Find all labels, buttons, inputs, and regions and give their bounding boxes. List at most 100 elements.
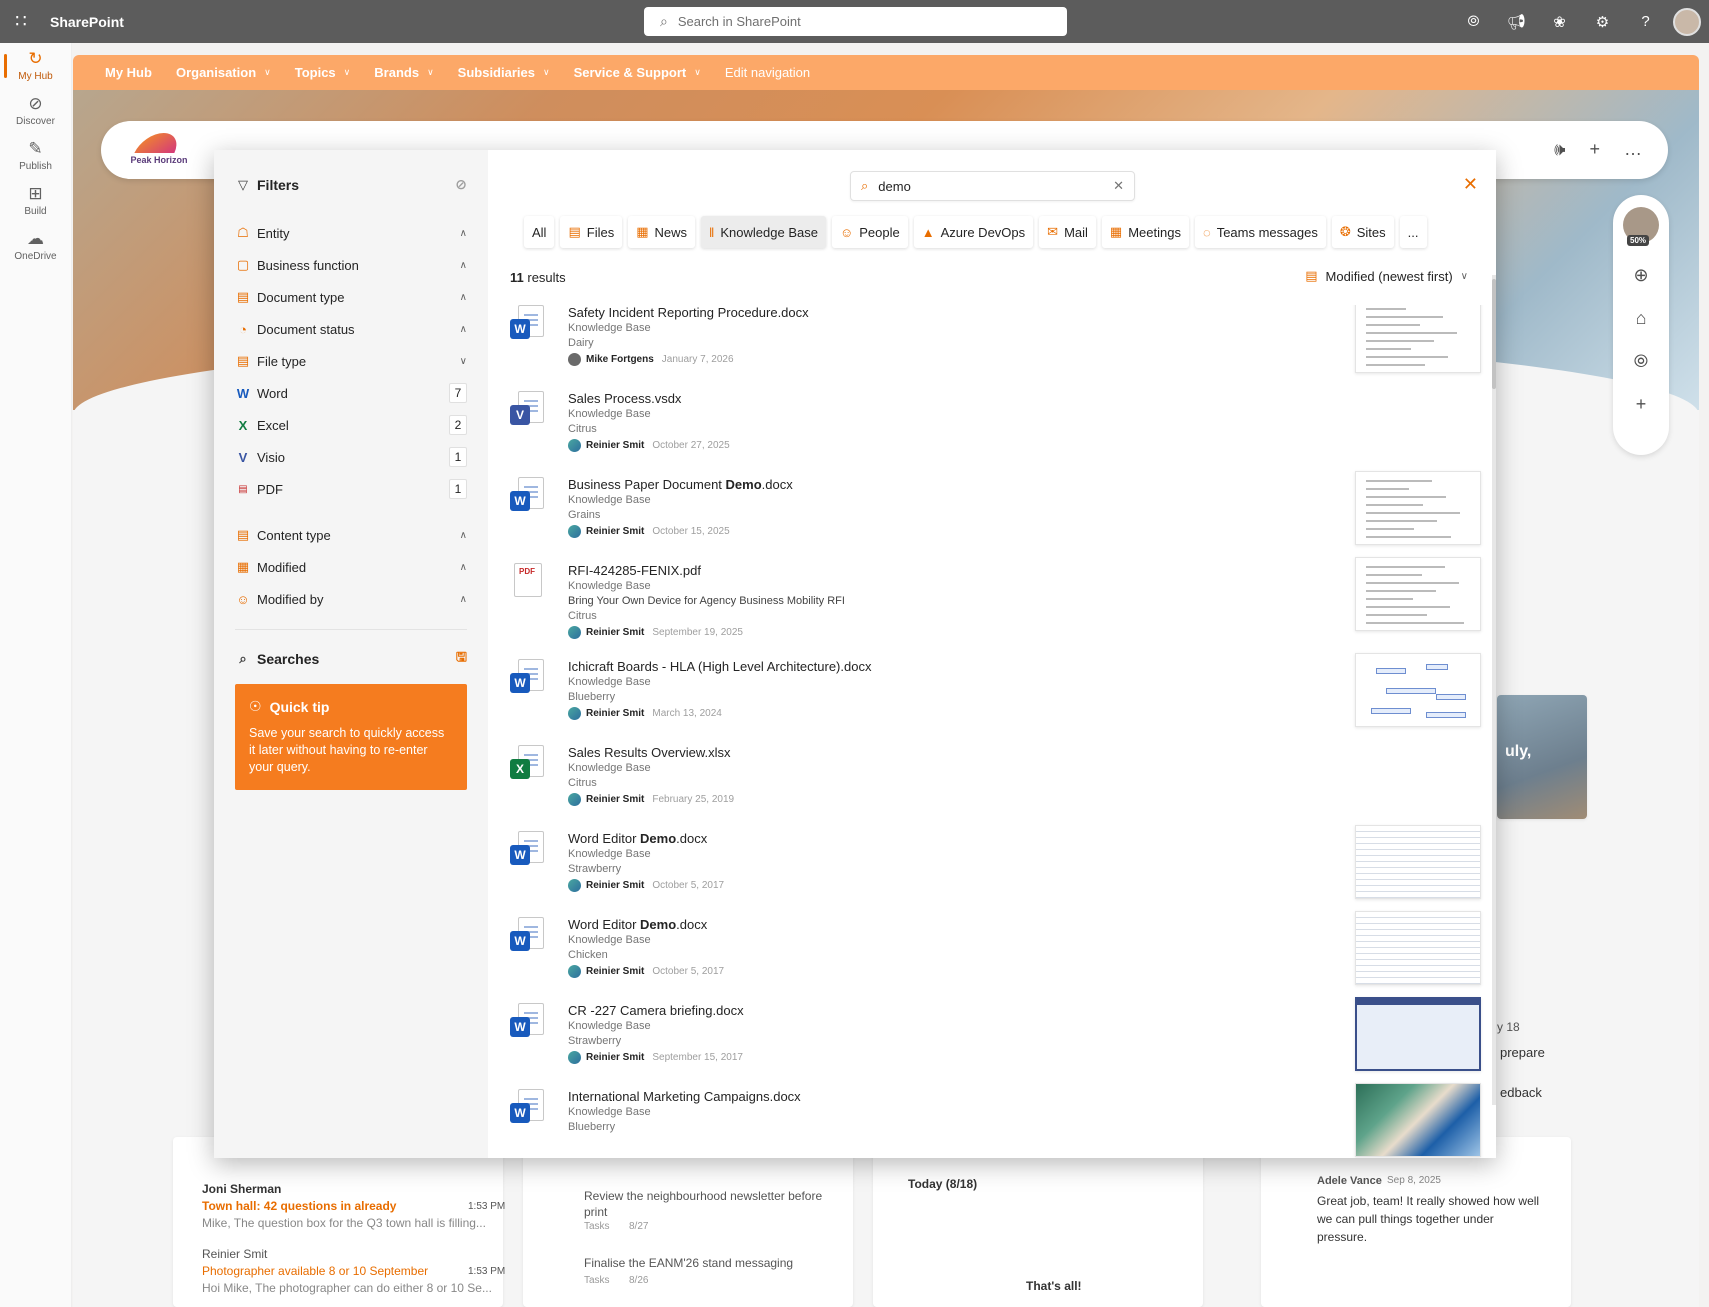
result-title-text: Sales Process.vsdx	[568, 391, 682, 406]
tab-files[interactable]: ▤ Files	[560, 216, 623, 248]
inbox-subject[interactable]: Photographer available 8 or 10 September	[202, 1264, 428, 1278]
sort-label: Modified (newest first)	[1325, 268, 1453, 284]
tab-azure-devops[interactable]: ▲ Azure DevOps	[913, 216, 1034, 248]
tab-more[interactable]: ...	[1399, 216, 1427, 248]
chat-icon[interactable]: …	[1624, 139, 1642, 160]
tab-sites[interactable]: ❂ Sites	[1331, 216, 1394, 248]
filter-group-modified-by[interactable]: ☺ Modified by ∧	[235, 583, 467, 615]
tab-mail[interactable]: ✉ Mail	[1039, 216, 1096, 248]
edit-navigation-link[interactable]: Edit navigation	[725, 65, 810, 80]
tab-news[interactable]: ▦ News	[628, 216, 696, 248]
result-item[interactable]: W Word Editor Demo.docx Knowledge Base S…	[510, 825, 1495, 917]
site-logo[interactable]: Peak Horizon	[129, 131, 189, 171]
app-launcher-icon[interactable]: ∷	[0, 0, 42, 43]
appbar-build[interactable]: ⊞ Build	[0, 178, 71, 223]
sort-dropdown[interactable]: ▤ Modified (newest first) ∨	[1305, 268, 1468, 284]
user-avatar[interactable]	[1673, 7, 1701, 36]
tab-knowledge-base[interactable]: ‖ Knowledge Base	[701, 216, 826, 248]
search-query-input[interactable]: ⌕ demo ✕	[850, 171, 1135, 201]
megaphone-icon[interactable]: 🕪︎	[1554, 139, 1565, 160]
library-icon: ‖	[709, 224, 715, 240]
close-search-icon[interactable]: ✕	[1463, 174, 1478, 195]
appbar-onedrive[interactable]: ☁ OneDrive	[0, 223, 71, 268]
filter-group-entity[interactable]: ☖ Entity ∧	[235, 217, 467, 249]
tab-teams-messages[interactable]: ◌ Teams messages	[1194, 216, 1326, 248]
hub-navigation: My Hub Organisation ∨ Topics ∨ Brands ∨ Sub…	[73, 55, 1699, 90]
inbox-subject[interactable]: Town hall: 42 questions in already	[202, 1199, 396, 1213]
result-date: September 19, 2025	[652, 627, 743, 638]
result-item[interactable]: W Business Paper Document Demo.docx Know…	[510, 471, 1495, 563]
result-author: Reinier Smit	[586, 708, 645, 719]
result-title[interactable]: Sales Process.vsdx	[568, 391, 1495, 407]
appbar-discover[interactable]: ⊘ Discover	[0, 88, 71, 133]
task-title[interactable]: Finalise the EANM'26 stand messaging	[584, 1256, 844, 1270]
copilot-icon[interactable]: ⦾	[1452, 13, 1495, 30]
sort-icon: ▤	[1305, 268, 1318, 283]
tab-meetings[interactable]: ▦ Meetings	[1101, 216, 1189, 248]
result-item[interactable]: W Ichicraft Boards - HLA (High Level Arc…	[510, 653, 1495, 745]
suite-brand[interactable]: SharePoint	[50, 14, 124, 30]
quick-tip-body: Save your search to quickly access it la…	[249, 726, 445, 774]
result-item[interactable]: V Sales Process.vsdx Knowledge Base Citr…	[510, 391, 1495, 477]
filter-option-visio[interactable]: V Visio 1	[235, 441, 467, 473]
copilot-icon[interactable]: ⦾	[1634, 351, 1648, 372]
appbar-my-hub[interactable]: ↻ My Hub	[0, 43, 71, 88]
hubnav-service-support[interactable]: Service & Support ∨	[574, 65, 701, 80]
suite-search-input[interactable]: ⌕ Search in SharePoint	[644, 7, 1067, 36]
hubnav-my-hub[interactable]: My Hub	[105, 65, 152, 80]
help-icon[interactable]: ?	[1624, 13, 1667, 30]
result-item[interactable]: W International Marketing Campaigns.docx…	[510, 1083, 1495, 1158]
appbar-label: My Hub	[18, 71, 53, 82]
hubnav-topics[interactable]: Topics ∨	[295, 65, 351, 80]
content-type-icon: ▤	[236, 527, 250, 542]
filter-group-file-type[interactable]: ▤ File type ∨	[235, 345, 467, 377]
tab-people[interactable]: ☺ People	[831, 216, 908, 248]
result-item[interactable]: W CR -227 Camera briefing.docx Knowledge…	[510, 997, 1495, 1089]
thumbnail-line	[1366, 536, 1451, 538]
rail-avatar[interactable]: 50%	[1623, 207, 1659, 246]
result-item[interactable]: X Sales Results Overview.xlsx Knowledge …	[510, 745, 1495, 831]
result-item[interactable]: PDF RFI-424285-FENIX.pdf Knowledge Base …	[510, 557, 1495, 659]
author-avatar	[568, 439, 581, 452]
result-title[interactable]: Sales Results Overview.xlsx	[568, 745, 1495, 761]
result-item[interactable]: W Word Editor Demo.docx Knowledge Base C…	[510, 911, 1495, 1003]
hubnav-subsidiaries[interactable]: Subsidiaries ∨	[458, 65, 550, 80]
filter-option-label: PDF	[257, 481, 283, 497]
task-title[interactable]: Review the neighbourhood newsletter befo…	[584, 1188, 844, 1220]
add-document-icon[interactable]: ⊕	[1633, 265, 1648, 286]
results-scrollbar[interactable]	[1492, 275, 1496, 1105]
filter-group-content-type[interactable]: ▤ Content type ∧	[235, 519, 467, 551]
pdf-icon: ▤	[238, 483, 248, 495]
plus-icon[interactable]: +	[1589, 139, 1600, 160]
tab-all[interactable]: All	[524, 216, 555, 248]
thumbnail-line	[1366, 622, 1464, 624]
hubnav-organisation[interactable]: Organisation ∨	[176, 65, 271, 80]
megaphone-icon[interactable]: 📢︎	[1495, 13, 1538, 31]
filter-option-excel[interactable]: X Excel 2	[235, 409, 467, 441]
filter-option-pdf[interactable]: ▤ PDF 1	[235, 473, 467, 505]
cake-icon[interactable]: ⌂	[1636, 308, 1647, 329]
clear-filter-icon[interactable]: ⊘	[455, 176, 467, 193]
thumbnail-line	[1366, 324, 1420, 326]
result-title-ext: .docx	[676, 831, 708, 846]
word-badge-icon: W	[510, 931, 530, 951]
app-bar: ↻ My Hub ⊘ Discover ✎ Publish ⊞ Build ☁ …	[0, 43, 72, 1307]
sharepoint-icon[interactable]: ❀	[1538, 13, 1581, 31]
author-avatar	[568, 965, 581, 978]
filter-option-word[interactable]: W Word 7	[235, 377, 467, 409]
gear-icon[interactable]: ⚙	[1581, 13, 1624, 31]
plus-icon[interactable]: +	[1636, 394, 1647, 415]
appbar-publish[interactable]: ✎ Publish	[0, 133, 71, 178]
filter-group-modified[interactable]: ▦ Modified ∧	[235, 551, 467, 583]
result-count: 11 results	[510, 270, 566, 285]
hubnav-brands[interactable]: Brands ∨	[374, 65, 433, 80]
filter-group-document-type[interactable]: ▤ Document type ∧	[235, 281, 467, 313]
save-search-icon[interactable]: 🖫︎	[456, 648, 467, 670]
filter-group-business-function[interactable]: ▢ Business function ∧	[235, 249, 467, 281]
result-date: January 7, 2026	[661, 354, 734, 365]
result-thumbnail	[1355, 305, 1481, 373]
result-info: Sales Process.vsdx Knowledge Base Citrus…	[568, 391, 1495, 477]
clear-query-icon[interactable]: ✕	[1113, 178, 1124, 194]
result-item[interactable]: W Safety Incident Reporting Procedure.do…	[510, 305, 1495, 391]
filter-group-document-status[interactable]: ◔ Document status ∧	[235, 313, 467, 345]
